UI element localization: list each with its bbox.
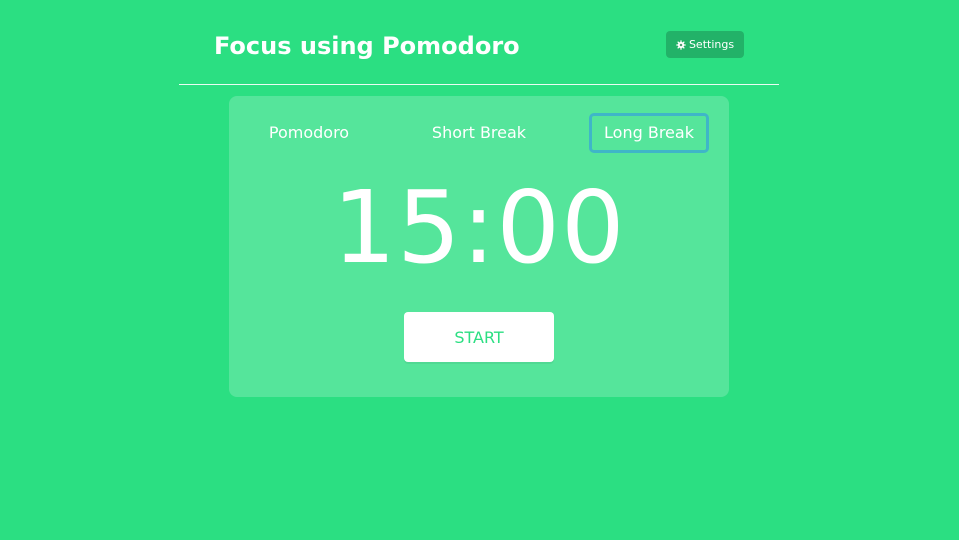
tab-short-break[interactable]: Short Break	[419, 113, 539, 153]
settings-label: Settings	[688, 38, 735, 51]
settings-button[interactable]: Settings	[666, 31, 744, 58]
timer-card: Pomodoro Short Break Long Break 15:00 ST…	[229, 96, 729, 397]
app-title: Focus using Pomodoro	[214, 32, 520, 60]
start-button[interactable]: START	[404, 312, 554, 362]
tab-pomodoro[interactable]: Pomodoro	[249, 113, 369, 153]
timer-display: 15:00	[332, 169, 626, 286]
gear-icon	[676, 39, 686, 50]
tab-long-break[interactable]: Long Break	[589, 113, 709, 153]
app-header: Focus using Pomodoro Settings	[179, 0, 779, 85]
